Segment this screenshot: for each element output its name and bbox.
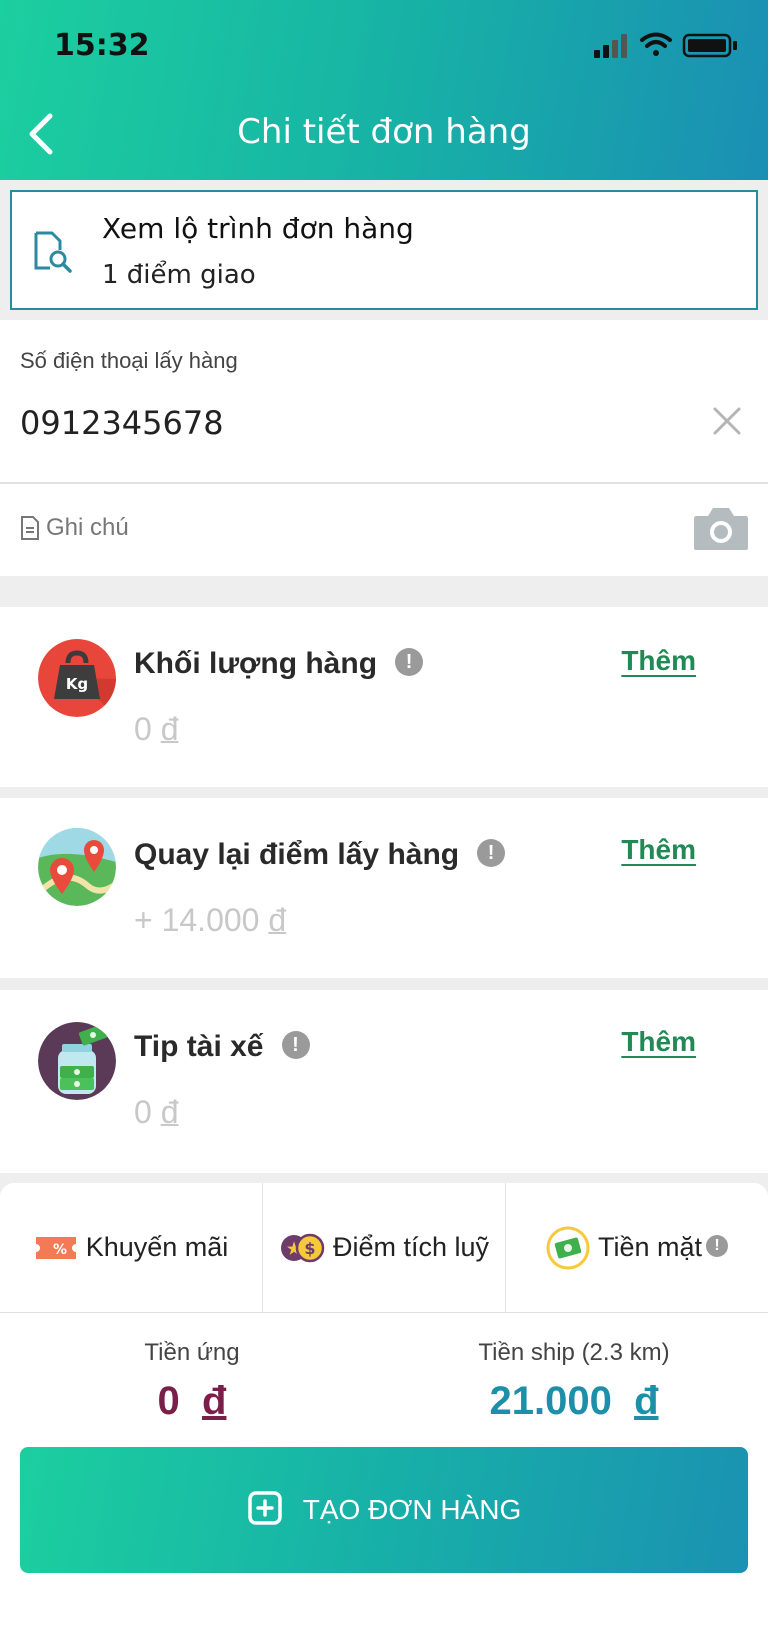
route-title: Xem lộ trình đơn hàng xyxy=(102,212,414,245)
payment-method-option[interactable]: Tiền mặt ! xyxy=(506,1183,768,1312)
battery-icon xyxy=(682,33,737,58)
service-title: Khối lượng hàng! xyxy=(134,647,424,681)
service-price: 0 đ xyxy=(134,711,179,747)
note-section[interactable]: Ghi chú xyxy=(0,484,768,576)
order-summary: Tiền ứng 0 đ Tiền ship (2.3 km) 21.000 đ… xyxy=(0,1313,768,1628)
info-icon[interactable]: ! xyxy=(281,1031,310,1060)
advance-value: 0 đ xyxy=(157,1379,227,1423)
signal-icon xyxy=(594,34,627,58)
advance-amount: Tiền ứng 0 đ xyxy=(92,1339,292,1424)
add-return-button[interactable]: Thêm xyxy=(621,834,696,866)
points-option[interactable]: ★ $ Điểm tích luỹ xyxy=(263,1183,505,1312)
add-weight-button[interactable]: Thêm xyxy=(621,645,696,677)
info-icon[interactable]: ! xyxy=(706,1234,729,1257)
svg-text:%: % xyxy=(53,1242,67,1258)
cash-icon xyxy=(546,1226,590,1269)
create-order-button[interactable]: TẠO ĐƠN HÀNG xyxy=(20,1447,748,1573)
service-tip: Tip tài xế! Thêm 0 đ xyxy=(0,990,768,1173)
page-title: Chi tiết đơn hàng xyxy=(237,112,531,152)
service-price: + 14.000 đ xyxy=(134,902,287,938)
promo-option[interactable]: % Khuyến mãi xyxy=(0,1183,262,1312)
svg-text:$: $ xyxy=(304,1239,315,1258)
info-icon[interactable]: ! xyxy=(395,648,424,677)
map-pin-icon xyxy=(38,828,116,906)
ship-fee-value: 21.000 đ xyxy=(489,1379,659,1423)
coins-icon: ★ $ xyxy=(280,1233,325,1262)
weight-icon: Kg xyxy=(38,639,116,717)
pickup-phone-input[interactable]: 0912345678 xyxy=(20,404,224,442)
close-icon xyxy=(713,407,741,435)
ship-fee: Tiền ship (2.3 km) 21.000 đ xyxy=(444,1339,704,1424)
add-box-icon xyxy=(248,1491,282,1525)
service-return-pickup: Quay lại điểm lấy hàng! Thêm + 14.000 đ xyxy=(0,798,768,978)
service-title: Tip tài xế! xyxy=(134,1030,310,1064)
status-icons xyxy=(594,32,737,58)
pickup-phone-label: Số điện thoại lấy hàng xyxy=(20,348,238,373)
coupon-icon: % xyxy=(35,1236,76,1259)
note-input[interactable]: Ghi chú xyxy=(46,514,129,542)
service-price: 0 đ xyxy=(134,1094,179,1130)
camera-button[interactable] xyxy=(692,506,750,552)
money-jar-icon xyxy=(38,1022,116,1100)
service-title: Quay lại điểm lấy hàng! xyxy=(134,838,506,872)
pickup-phone-section: Số điện thoại lấy hàng 0912345678 xyxy=(0,320,768,482)
add-tip-button[interactable]: Thêm xyxy=(621,1026,696,1058)
app-header: 15:32 Chi tiết đơn hàng xyxy=(0,0,768,180)
svg-text:Kg: Kg xyxy=(66,675,88,693)
payment-options-bar: % Khuyến mãi ★ $ Điểm tích luỹ Tiền mặt … xyxy=(0,1183,768,1312)
clear-phone-button[interactable] xyxy=(710,404,744,438)
wifi-icon xyxy=(640,32,672,56)
status-time: 15:32 xyxy=(54,28,150,63)
view-route-card[interactable]: Xem lộ trình đơn hàng 1 điểm giao xyxy=(10,190,758,310)
document-search-icon xyxy=(34,231,72,273)
note-icon xyxy=(21,516,39,540)
info-icon[interactable]: ! xyxy=(477,839,506,868)
route-subtitle: 1 điểm giao xyxy=(102,260,256,290)
service-weight: Kg Khối lượng hàng! Thêm 0 đ xyxy=(0,607,768,787)
